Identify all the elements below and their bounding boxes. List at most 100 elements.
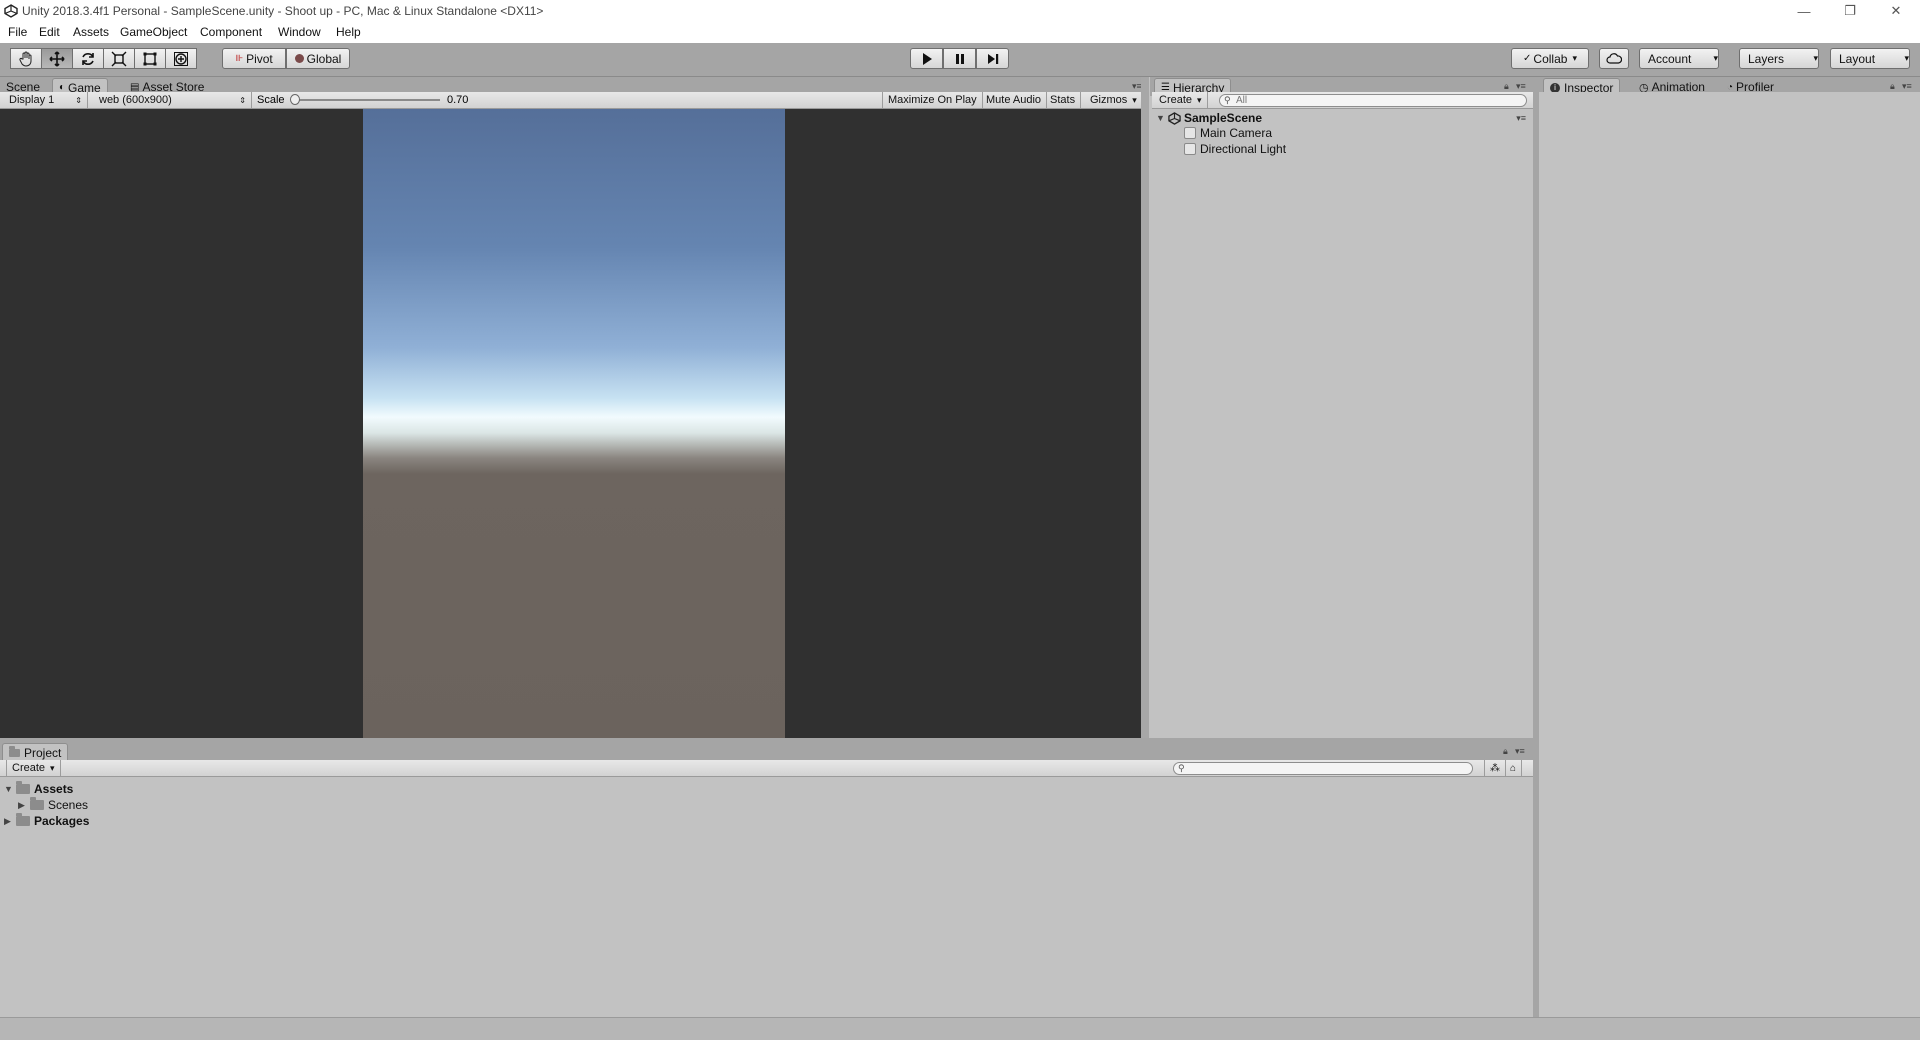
- hierarchy-create-label: Create: [1159, 94, 1193, 106]
- hierarchy-search-input[interactable]: ⚲ All: [1219, 94, 1527, 107]
- expand-triangle-icon[interactable]: ▼: [1156, 113, 1168, 123]
- scene-row[interactable]: ▼ SampleScene ▾≡: [1156, 110, 1530, 126]
- gameobject-icon: [1184, 143, 1196, 155]
- hierarchy-tree: ▼ SampleScene ▾≡ Main Camera Directional…: [1152, 109, 1533, 738]
- minimize-icon: —: [1797, 3, 1811, 19]
- minimize-button[interactable]: —: [1782, 0, 1826, 22]
- collapsed-triangle-icon[interactable]: ▶: [4, 816, 16, 827]
- menu-file[interactable]: File: [8, 25, 27, 39]
- store-icon: ▤: [130, 81, 140, 93]
- global-label: Global: [306, 51, 342, 66]
- display-select[interactable]: Display 1 ⇕: [0, 92, 88, 108]
- search-icon: ⚲: [1178, 763, 1185, 773]
- project-tab-bar: Project 🔒︎ ▾≡: [0, 742, 1533, 761]
- restore-button[interactable]: ❐: [1828, 0, 1872, 22]
- lock-icon[interactable]: 🔒︎: [1890, 81, 1895, 92]
- project-create-label: Create: [12, 762, 46, 774]
- panel-menu-icon[interactable]: ▾≡: [1516, 81, 1526, 92]
- scale-slider-thumb[interactable]: [290, 94, 300, 105]
- assets-label: Assets: [34, 782, 74, 796]
- transform-icon: [174, 51, 188, 66]
- unity-scene-icon: [1168, 111, 1181, 125]
- gizmos-label: Gizmos: [1090, 94, 1128, 106]
- tag-icon: ⌂: [1510, 762, 1517, 774]
- scale-slider-track[interactable]: [292, 99, 440, 101]
- resolution-select[interactable]: web (600x900) ⇕: [88, 92, 252, 108]
- updown-icon: ⇕: [75, 95, 82, 105]
- maximize-on-play-toggle[interactable]: Maximize On Play: [882, 92, 983, 108]
- pause-button[interactable]: [943, 48, 976, 69]
- pivot-button[interactable]: ⊪ Pivot: [222, 48, 286, 69]
- menu-component[interactable]: Component: [200, 25, 262, 39]
- layers-dropdown[interactable]: Layers: [1739, 48, 1819, 69]
- check-circle-icon: ✓: [1523, 53, 1532, 64]
- layout-dropdown[interactable]: Layout: [1830, 48, 1910, 69]
- panel-menu-icon[interactable]: ▾≡: [1902, 81, 1912, 92]
- folder-icon: [9, 745, 20, 757]
- hierarchy-item-label: Main Camera: [1200, 126, 1273, 140]
- restore-icon: ❐: [1844, 3, 1856, 18]
- info-icon: i: [1550, 82, 1560, 93]
- account-dropdown[interactable]: Account: [1639, 48, 1719, 69]
- menu-bar: File Edit Assets GameObject Component Wi…: [0, 22, 1920, 43]
- rotate-icon: [82, 52, 94, 65]
- project-folder-assets[interactable]: ▼ Assets: [4, 781, 74, 796]
- play-button[interactable]: [910, 48, 943, 69]
- project-folder-packages[interactable]: ▶ Packages: [4, 813, 89, 828]
- rect-tool-icon: [143, 52, 157, 65]
- hand-tool-button[interactable]: [10, 48, 42, 69]
- step-button[interactable]: [976, 48, 1009, 69]
- profiler-icon: ◔: [1727, 81, 1734, 93]
- menu-window[interactable]: Window: [278, 25, 321, 39]
- panel-menu-icon[interactable]: ▾≡: [1515, 746, 1525, 757]
- menu-assets[interactable]: Assets: [73, 25, 109, 39]
- game-view[interactable]: [0, 109, 1141, 738]
- hierarchy-item-directional-light[interactable]: Directional Light: [1184, 142, 1286, 156]
- scene-options-icon[interactable]: ▾≡: [1516, 113, 1526, 124]
- project-search-input[interactable]: ⚲: [1173, 762, 1473, 775]
- gizmos-dropdown[interactable]: Gizmos: [1085, 92, 1143, 108]
- pivot-icon: ⊪: [235, 53, 244, 63]
- rotate-tool-button[interactable]: [72, 48, 104, 69]
- stats-label: Stats: [1050, 94, 1076, 106]
- move-tool-button[interactable]: [41, 48, 73, 69]
- hierarchy-search-placeholder: All: [1236, 95, 1248, 106]
- lock-icon[interactable]: 🔒︎: [1504, 81, 1509, 92]
- global-button[interactable]: Global: [286, 48, 350, 69]
- cloud-button[interactable]: [1599, 48, 1629, 69]
- menu-help[interactable]: Help: [336, 25, 361, 39]
- collab-dropdown[interactable]: ✓ Collab: [1511, 48, 1589, 69]
- scale-tool-button[interactable]: [103, 48, 135, 69]
- game-render-skybox: [363, 109, 785, 738]
- menu-gameobject[interactable]: GameObject: [120, 25, 187, 39]
- scene-name: SampleScene: [1184, 111, 1263, 125]
- title-bar: Unity 2018.3.4f1 Personal - SampleScene.…: [0, 0, 1920, 22]
- project-create-dropdown[interactable]: Create: [6, 760, 61, 776]
- project-folder-scenes[interactable]: ▶ Scenes: [18, 797, 88, 812]
- collapsed-triangle-icon[interactable]: ▶: [18, 800, 30, 811]
- rect-tool-button[interactable]: [134, 48, 166, 69]
- menu-edit[interactable]: Edit: [39, 25, 60, 39]
- close-button[interactable]: ✕: [1874, 0, 1918, 22]
- hierarchy-item-main-camera[interactable]: Main Camera: [1184, 126, 1272, 140]
- expand-triangle-icon[interactable]: ▼: [4, 784, 16, 794]
- hierarchy-toolbar: Create ⚲ All: [1152, 92, 1533, 109]
- filter-by-label-button[interactable]: ⌂: [1505, 760, 1523, 776]
- updown-icon: ⇕: [239, 95, 246, 105]
- tab-project-label: Project: [24, 745, 62, 760]
- tab-project[interactable]: Project: [2, 743, 69, 761]
- panel-divider[interactable]: [1141, 77, 1149, 738]
- project-tree: ▼ Assets ▶ Scenes ▶ Packages: [0, 777, 1533, 1017]
- stats-toggle[interactable]: Stats: [1045, 92, 1082, 108]
- filter-by-type-button[interactable]: ⁂: [1484, 760, 1506, 776]
- inspector-body: [1539, 92, 1920, 1017]
- maximize-on-play-label: Maximize On Play: [888, 94, 977, 106]
- globe-icon: [294, 54, 304, 63]
- lock-icon[interactable]: 🔒︎: [1503, 746, 1508, 757]
- transform-tool-button[interactable]: [165, 48, 197, 69]
- hierarchy-create-dropdown[interactable]: Create: [1154, 92, 1208, 108]
- mute-audio-toggle[interactable]: Mute Audio: [981, 92, 1048, 108]
- scale-label: Scale: [257, 94, 285, 106]
- hierarchy-item-label: Directional Light: [1200, 142, 1287, 156]
- folder-icon: [30, 797, 44, 810]
